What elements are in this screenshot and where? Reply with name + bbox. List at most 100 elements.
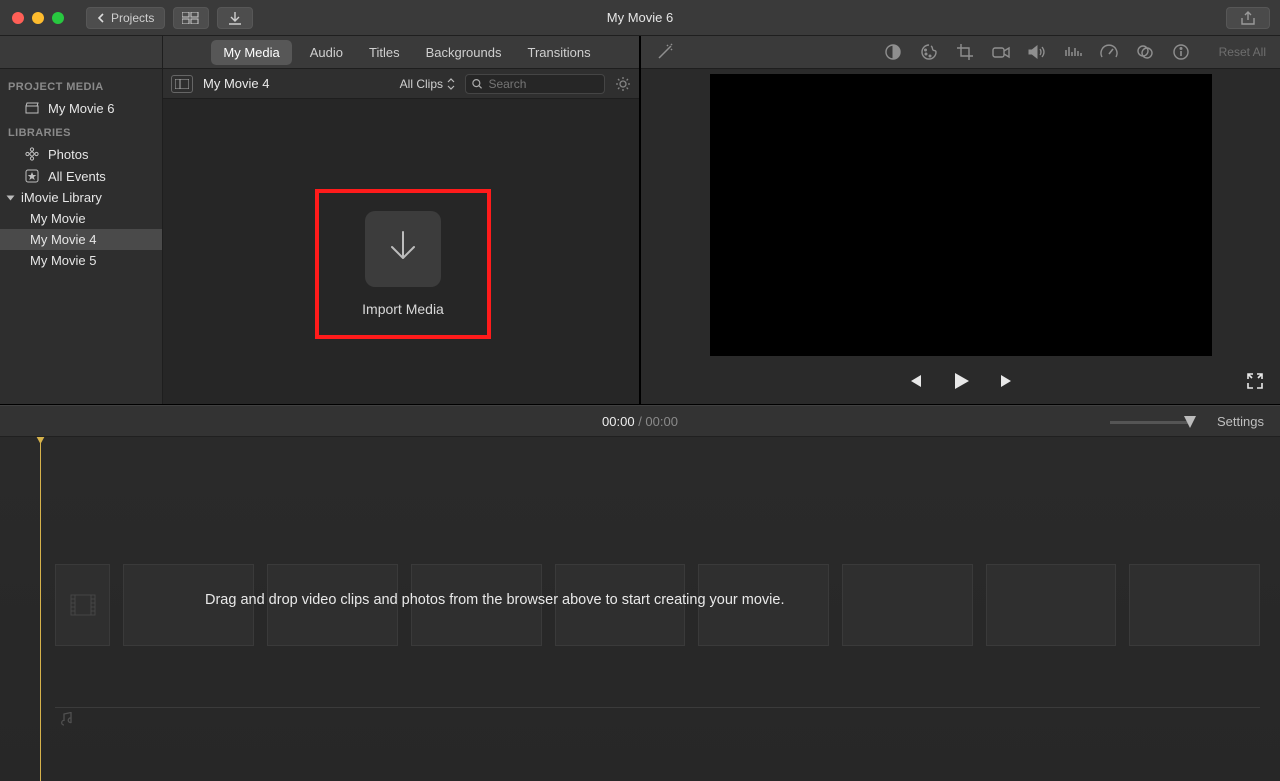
library-sidebar: PROJECT MEDIA My Movie 6 LIBRARIES Photo… [0, 36, 163, 404]
clip-placeholder [842, 564, 973, 646]
sidebar-project-item[interactable]: My Movie 6 [0, 97, 162, 119]
color-balance-button[interactable] [883, 42, 903, 62]
crop-button[interactable] [955, 42, 975, 62]
clip-placeholder [55, 564, 110, 646]
sidebar-item-label: iMovie Library [21, 190, 102, 205]
search-input[interactable] [488, 77, 598, 91]
sidebar-item-label: My Movie 5 [30, 253, 96, 268]
sidebar-header-spacer [0, 36, 162, 69]
tab-backgrounds[interactable]: Backgrounds [426, 45, 502, 60]
import-media-highlight: Import Media [315, 189, 491, 339]
equalizer-icon [1064, 45, 1082, 59]
sidebar-item-label: All Events [48, 169, 106, 184]
tab-my-media[interactable]: My Media [211, 40, 291, 65]
time-current: 00:00 [602, 414, 635, 429]
disclosure-triangle-icon[interactable] [7, 195, 15, 200]
settings-gear-button[interactable] [615, 76, 631, 92]
playhead[interactable] [40, 437, 41, 781]
clapper-icon [24, 100, 40, 116]
import-button[interactable] [217, 7, 253, 29]
toggle-sidebar-button[interactable] [171, 75, 193, 93]
venn-icon [1136, 43, 1154, 61]
viewer-toolbar: Reset All [641, 36, 1280, 69]
timeline-settings-button[interactable]: Settings [1217, 414, 1264, 429]
browser-body: Import Media [163, 99, 639, 404]
library-view-button[interactable] [173, 7, 209, 29]
half-circle-icon [884, 43, 902, 61]
wand-icon [655, 42, 675, 62]
transport-controls [641, 360, 1280, 404]
time-strip: 00:00 / 00:00 Settings [0, 405, 1280, 437]
list-view-icon [182, 12, 200, 24]
sidebar-item-photos[interactable]: Photos [0, 143, 162, 165]
reset-all-button[interactable]: Reset All [1219, 45, 1266, 59]
skip-back-icon [906, 373, 924, 389]
clip-placeholder [411, 564, 542, 646]
project-media-header: PROJECT MEDIA [0, 73, 162, 97]
search-icon [472, 78, 482, 90]
clip-placeholder [1129, 564, 1260, 646]
tab-audio[interactable]: Audio [310, 45, 343, 60]
speedometer-icon [1100, 43, 1118, 61]
star-icon [24, 168, 40, 184]
gear-icon [615, 76, 631, 92]
speed-button[interactable] [1099, 42, 1119, 62]
sidebar-item-label: Photos [48, 147, 88, 162]
volume-button[interactable] [1027, 42, 1047, 62]
titlebar: Projects My Movie 6 [0, 0, 1280, 36]
video-track[interactable] [55, 564, 1260, 646]
search-field[interactable] [465, 74, 605, 94]
skip-forward-icon [998, 373, 1016, 389]
zoom-window-button[interactable] [52, 12, 64, 24]
share-icon [1240, 11, 1256, 25]
crop-icon [956, 43, 974, 61]
preview-canvas [710, 74, 1212, 356]
toolbar-left: Projects [86, 7, 253, 29]
browser-event-name: My Movie 4 [203, 76, 269, 91]
back-projects-button[interactable]: Projects [86, 7, 165, 29]
auto-enhance-button[interactable] [655, 42, 675, 62]
sidebar-item-imovie-library[interactable]: iMovie Library [0, 187, 162, 208]
timeline-panel[interactable]: Drag and drop video clips and photos fro… [0, 437, 1280, 781]
media-browser: My Media Audio Titles Backgrounds Transi… [163, 36, 641, 404]
sidebar-event-item[interactable]: My Movie 5 [0, 250, 162, 271]
next-frame-button[interactable] [998, 373, 1016, 392]
info-icon [1172, 43, 1190, 61]
audio-track[interactable] [55, 707, 1260, 731]
info-button[interactable] [1171, 42, 1191, 62]
sidebar-event-item[interactable]: My Movie [0, 208, 162, 229]
play-button[interactable] [950, 370, 972, 395]
prev-frame-button[interactable] [906, 373, 924, 392]
clips-filter-dropdown[interactable]: All Clips [400, 77, 455, 91]
download-arrow-icon [384, 228, 422, 270]
tab-transitions[interactable]: Transitions [527, 45, 590, 60]
import-media-label: Import Media [362, 301, 444, 317]
zoom-slider[interactable] [1110, 419, 1190, 425]
viewer-panel: Reset All [641, 36, 1280, 404]
close-window-button[interactable] [12, 12, 24, 24]
stabilization-button[interactable] [991, 42, 1011, 62]
fullscreen-button[interactable] [1246, 372, 1264, 393]
back-projects-label: Projects [111, 11, 154, 25]
up-down-chevron-icon [447, 78, 455, 90]
noise-reduction-button[interactable] [1063, 42, 1083, 62]
color-correction-button[interactable] [919, 42, 939, 62]
browser-tabs: My Media Audio Titles Backgrounds Transi… [163, 36, 639, 69]
tab-titles[interactable]: Titles [369, 45, 400, 60]
minimize-window-button[interactable] [32, 12, 44, 24]
import-media-button[interactable] [365, 211, 441, 287]
sidebar-event-item[interactable]: My Movie 4 [0, 229, 162, 250]
share-button[interactable] [1226, 7, 1270, 29]
clip-filter-button[interactable] [1135, 42, 1155, 62]
sidebar-item-all-events[interactable]: All Events [0, 165, 162, 187]
libraries-header: LIBRARIES [0, 119, 162, 143]
clip-placeholder [698, 564, 829, 646]
camera-icon [992, 45, 1010, 59]
window-controls [12, 12, 64, 24]
sidebar-item-label: My Movie 4 [30, 232, 96, 247]
sidebar-collapse-icon [175, 79, 189, 89]
clip-placeholder [555, 564, 686, 646]
time-total: 00:00 [645, 414, 678, 429]
clip-placeholder [986, 564, 1117, 646]
clip-placeholder [267, 564, 398, 646]
